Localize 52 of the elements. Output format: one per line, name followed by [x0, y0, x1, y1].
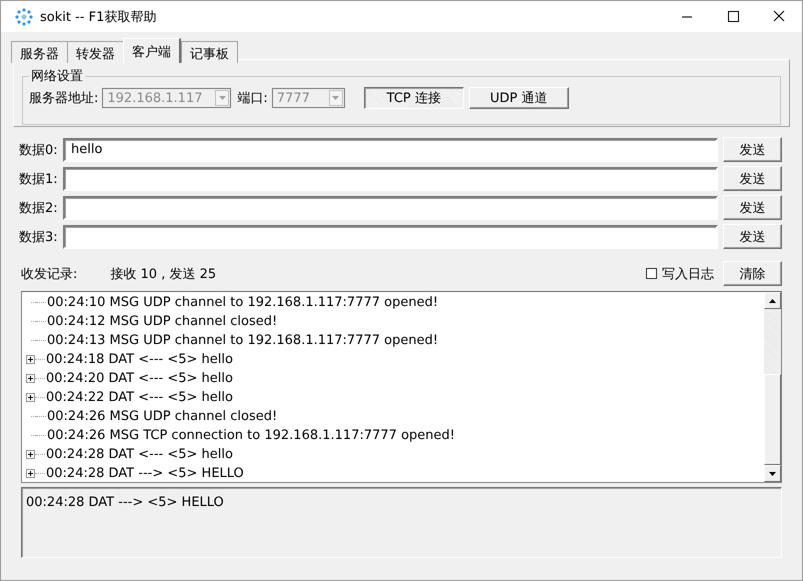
write-log-checkbox[interactable]: [646, 268, 657, 279]
log-entry[interactable]: 00:24:22 DAT <--- <5> hello: [46, 390, 233, 405]
clear-button[interactable]: 清除: [723, 261, 782, 286]
send-button[interactable]: 发送: [723, 195, 782, 220]
data-label: 数据3:: [19, 228, 59, 246]
send-button[interactable]: 发送: [723, 137, 782, 162]
tab[interactable]: 服务器: [11, 41, 68, 63]
data-input-field[interactable]: [63, 196, 718, 220]
log-entry[interactable]: 00:24:18 DAT <--- <5> hello: [46, 352, 233, 367]
send-button[interactable]: 发送: [723, 166, 782, 191]
connect-button[interactable]: TCP 连接: [364, 87, 464, 109]
log-label: 收发记录:: [21, 266, 78, 282]
data-input-field[interactable]: [63, 166, 718, 190]
expand-icon[interactable]: [26, 374, 35, 383]
send-button[interactable]: 发送: [723, 224, 782, 249]
data-input-field[interactable]: [63, 224, 718, 248]
address-label: 服务器地址:: [29, 90, 98, 107]
dropdown-arrow-icon: [218, 96, 226, 100]
window-title: sokit -- F1获取帮助: [40, 8, 156, 26]
port-label: 端口:: [237, 90, 268, 107]
scrollbar[interactable]: [764, 292, 781, 482]
expand-icon[interactable]: [26, 469, 35, 478]
data-label: 数据0:: [19, 142, 59, 158]
log-entry[interactable]: 00:24:26 MSG TCP connection to 192.168.1.117:7777 opened!: [47, 428, 455, 443]
tab[interactable]: 记事板: [181, 41, 238, 63]
app-icon: [15, 8, 33, 26]
expand-icon[interactable]: [26, 355, 35, 364]
scroll-down-button[interactable]: [764, 465, 781, 482]
detail-box: 00:24:28 DAT ---> <5> HELLO: [21, 487, 782, 558]
data-label: 数据1:: [19, 170, 59, 188]
log-entry[interactable]: 00:24:26 MSG UDP channel closed!: [47, 409, 278, 424]
connect-button[interactable]: UDP 通道: [468, 87, 569, 109]
dropdown-arrow-icon: [332, 96, 340, 100]
log-entry[interactable]: 00:24:13 MSG UDP channel to 192.168.1.117:7777 opened!: [47, 333, 438, 348]
tab[interactable]: 转发器: [67, 41, 124, 63]
data-label: 数据2:: [19, 200, 59, 216]
data-input-field[interactable]: hello: [63, 138, 718, 162]
count-text: 接收 10 , 发送 25: [110, 266, 216, 282]
log-entry[interactable]: 00:24:20 DAT <--- <5> hello: [46, 371, 233, 386]
scroll-up-button[interactable]: [764, 292, 781, 309]
scroll-thumb[interactable]: [764, 374, 781, 465]
log-entry[interactable]: 00:24:28 DAT ---> <5> HELLO: [46, 466, 244, 481]
up-arrow-icon: [769, 298, 776, 302]
write-log-label[interactable]: 写入日志: [662, 264, 714, 282]
group-title: 网络设置: [30, 68, 84, 85]
log-entry[interactable]: 00:24:10 MSG UDP channel to 192.168.1.117:7777 opened!: [47, 295, 438, 310]
expand-icon[interactable]: [26, 450, 35, 459]
down-arrow-icon: [769, 472, 776, 476]
tab[interactable]: 客户端: [123, 38, 181, 63]
log-entry[interactable]: 00:24:28 DAT <--- <5> hello: [46, 447, 233, 462]
expand-icon[interactable]: [26, 393, 35, 402]
log-entry[interactable]: 00:24:12 MSG UDP channel closed!: [47, 314, 278, 329]
